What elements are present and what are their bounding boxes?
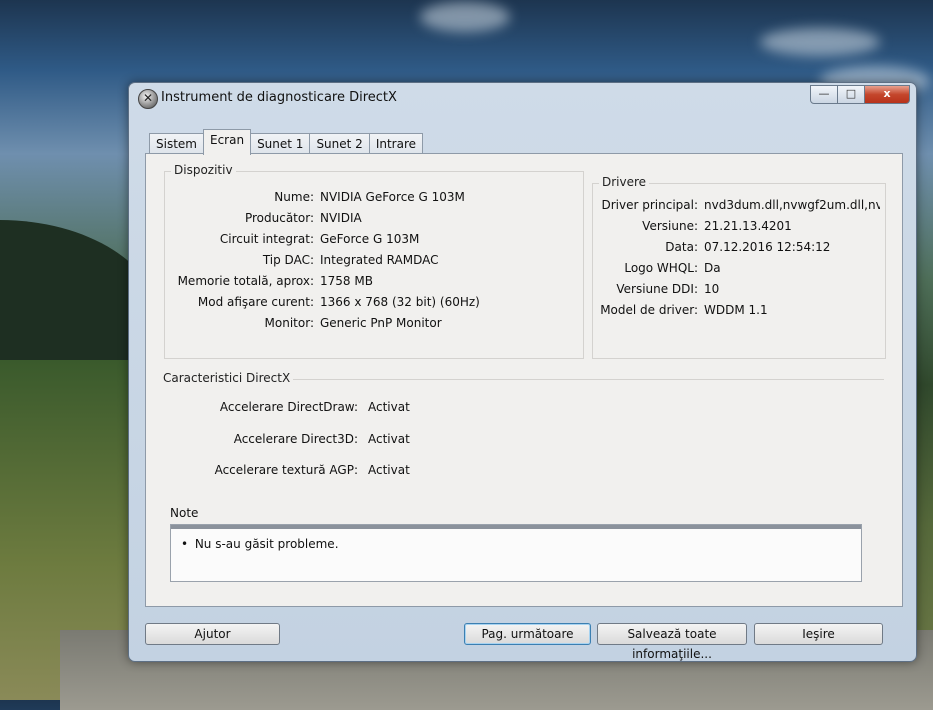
drivers-main-value: nvd3dum.dll,nvwgf2um.dll,nvwgf2um — [704, 198, 880, 212]
directdraw-label: Accelerare DirectDraw: — [219, 400, 358, 414]
device-group-heading: Dispozitiv — [171, 163, 236, 177]
device-monitor-value: Generic PnP Monitor — [320, 316, 442, 330]
save-all-info-button[interactable]: Salvează toate informaţiile... — [597, 623, 747, 661]
agp-label: Accelerare textură AGP: — [214, 463, 358, 477]
notes-heading: Note — [170, 506, 199, 520]
close-button[interactable]: x — [864, 85, 910, 104]
drivers-date-label: Data: — [665, 240, 698, 254]
device-monitor-label: Monitor: — [264, 316, 314, 330]
help-button[interactable]: Ajutor — [145, 623, 280, 645]
minimize-button[interactable]: — — [810, 85, 838, 104]
device-name-label: Nume: — [274, 190, 314, 204]
drivers-ddi-label: Versiune DDI: — [616, 282, 698, 296]
tab-intrare[interactable]: Intrare — [368, 133, 424, 155]
notes-item: • Nu s-au găsit probleme. — [181, 537, 339, 551]
drivers-model-value: WDDM 1.1 — [704, 303, 768, 317]
exit-button[interactable]: Ieşire — [754, 623, 883, 645]
device-chip-label: Circuit integrat: — [219, 232, 314, 246]
drivers-main-label: Driver principal: — [601, 198, 698, 212]
tab-sunet-2[interactable]: Sunet 2 — [309, 133, 370, 155]
tab-panel-ecran: Dispozitiv Nume: NVIDIA GeForce G 103M P… — [145, 153, 903, 607]
title-bar[interactable]: ✕ Instrument de diagnosticare DirectX — … — [129, 83, 916, 113]
device-memory-label: Memorie totală, aprox: — [177, 274, 314, 288]
tab-sistem[interactable]: Sistem — [149, 133, 204, 155]
directdraw-value: Activat — [368, 400, 410, 414]
device-dac-label: Tip DAC: — [262, 253, 314, 267]
notes-item-text: Nu s-au găsit probleme. — [194, 537, 339, 551]
device-display-mode-value: 1366 x 768 (32 bit) (60Hz) — [320, 295, 480, 309]
drivers-version-label: Versiune: — [642, 219, 698, 233]
background-cloud — [420, 2, 510, 32]
device-dac-value: Integrated RAMDAC — [320, 253, 439, 267]
background-cloud — [760, 28, 880, 56]
maximize-button[interactable]: □ — [837, 85, 865, 104]
dxdiag-window: ✕ Instrument de diagnosticare DirectX — … — [128, 82, 917, 662]
device-name-value: NVIDIA GeForce G 103M — [320, 190, 465, 204]
next-page-button[interactable]: Pag. următoare — [464, 623, 591, 645]
drivers-date-value: 07.12.2016 12:54:12 — [704, 240, 831, 254]
tab-bar: Sistem Ecran Sunet 1 Sunet 2 Intrare — [149, 129, 424, 155]
window-title: Instrument de diagnosticare DirectX — [161, 90, 397, 105]
drivers-ddi-value: 10 — [704, 282, 720, 296]
drivers-whql-value: Da — [704, 261, 721, 275]
device-memory-value: 1758 MB — [320, 274, 373, 288]
drivers-whql-label: Logo WHQL: — [624, 261, 698, 275]
dxdiag-app-icon: ✕ — [138, 89, 158, 109]
agp-value: Activat — [368, 463, 410, 477]
direct3d-value: Activat — [368, 432, 410, 446]
device-chip-value: GeForce G 103M — [320, 232, 420, 246]
drivers-version-value: 21.21.13.4201 — [704, 219, 792, 233]
device-manufacturer-value: NVIDIA — [320, 211, 362, 225]
tab-sunet-1[interactable]: Sunet 1 — [250, 133, 311, 155]
bullet-icon: • — [181, 537, 189, 551]
tab-ecran[interactable]: Ecran — [202, 129, 252, 155]
window-controls: — □ x — [810, 85, 910, 104]
directx-features-heading: Caracteristici DirectX — [160, 371, 294, 385]
notes-box-border — [171, 525, 861, 529]
device-display-mode-label: Mod afişare curent: — [197, 295, 314, 309]
drivers-group-heading: Drivere — [599, 175, 650, 189]
direct3d-label: Accelerare Direct3D: — [233, 432, 358, 446]
drivers-model-label: Model de driver: — [600, 303, 698, 317]
notes-box[interactable]: • Nu s-au găsit probleme. — [170, 524, 862, 582]
device-manufacturer-label: Producător: — [244, 211, 314, 225]
